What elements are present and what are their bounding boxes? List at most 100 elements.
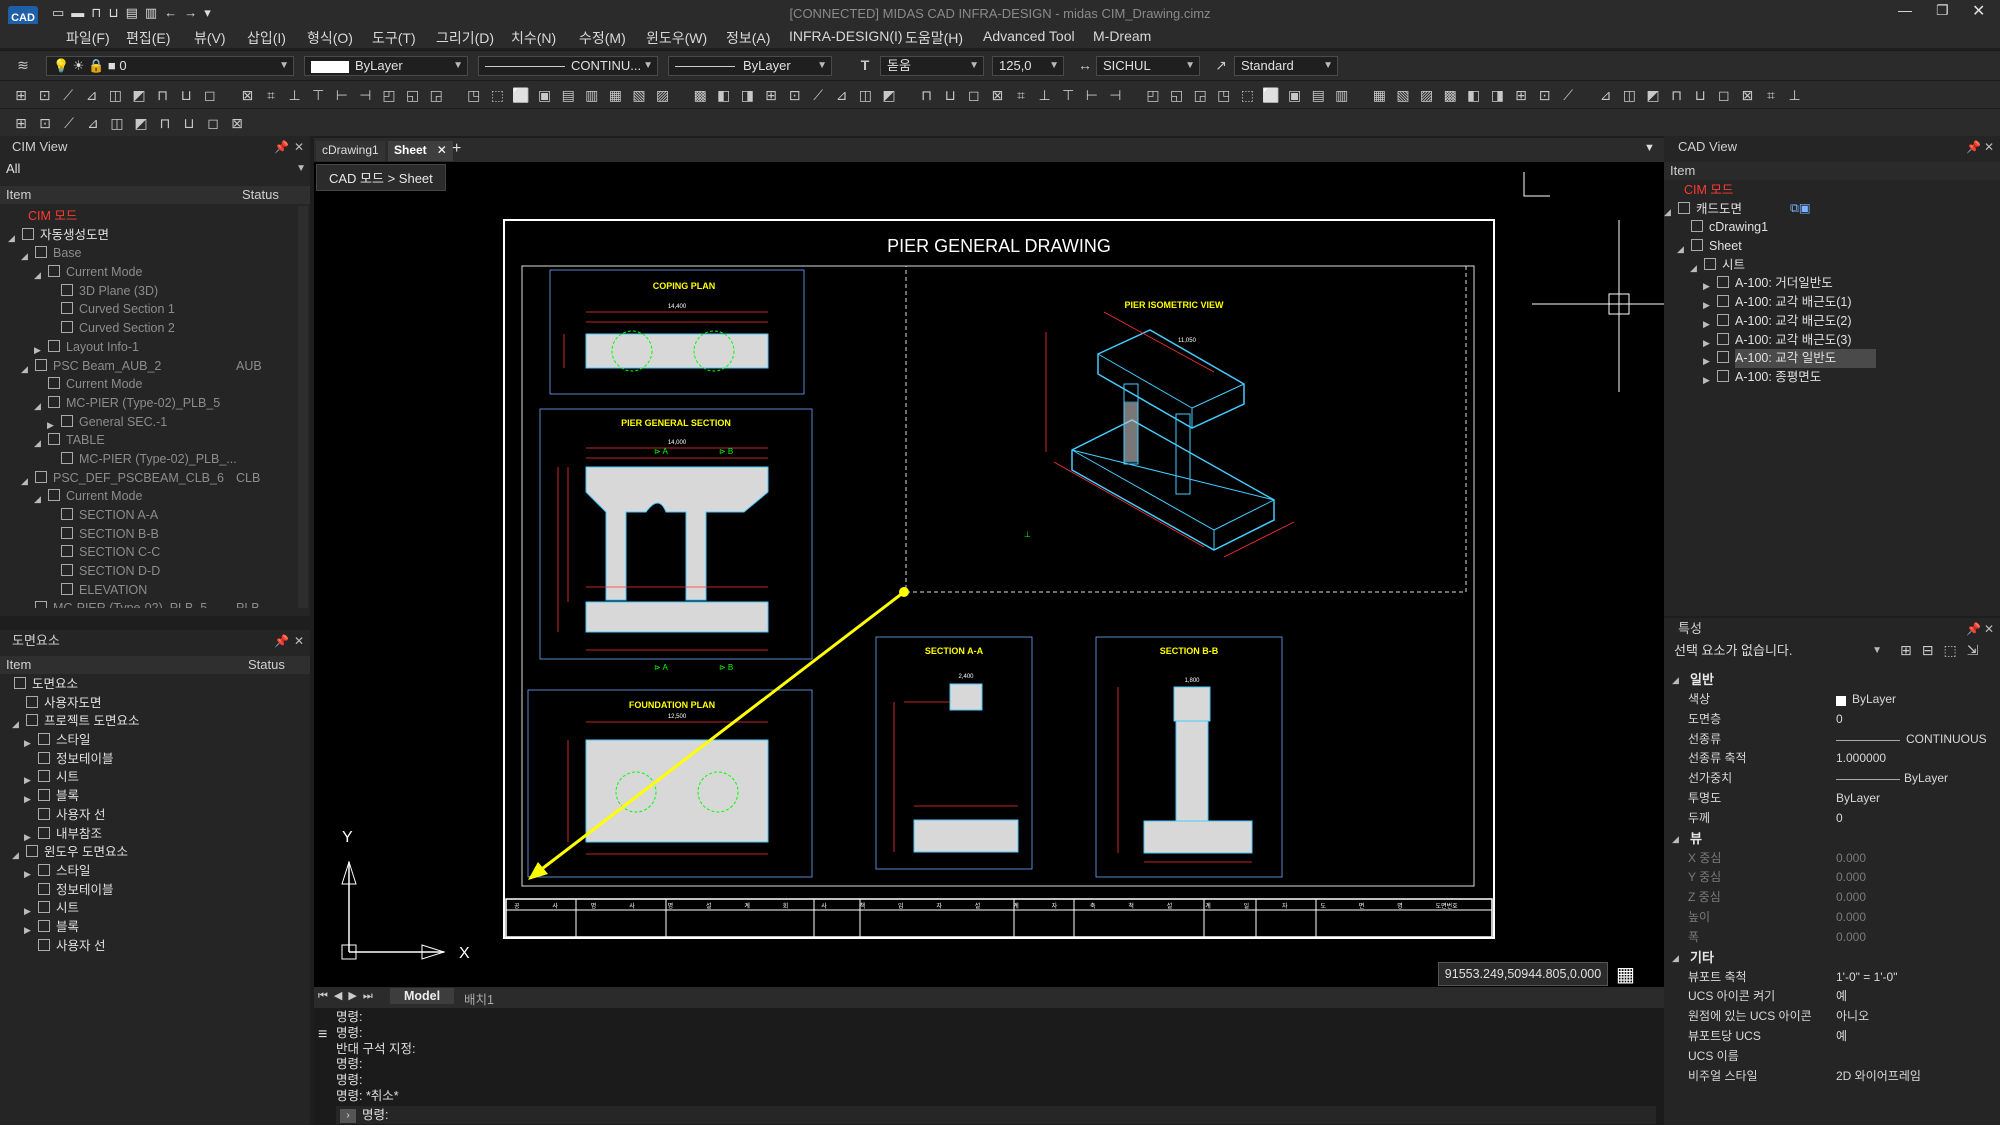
toolbar-tool-icon[interactable]: ⊔ — [941, 87, 959, 103]
menu-item[interactable]: 편집(E) — [126, 28, 170, 48]
menu-item[interactable]: 수정(M) — [579, 28, 626, 48]
toolbar-tool-icon[interactable]: ▣ — [1286, 87, 1304, 103]
toolbar-tool-icon[interactable]: ⊥ — [1036, 87, 1054, 103]
textstyle-combo[interactable]: 돋움 ▼ — [880, 56, 984, 76]
toolbar-tool-icon[interactable]: ⬚ — [488, 87, 506, 103]
toolbar-tool-icon[interactable]: ⌗ — [1012, 87, 1030, 103]
cim-tree-row[interactable]: SECTION C-C — [0, 542, 300, 561]
property-row[interactable]: 뷰포트당 UCS 예 — [1664, 1027, 2000, 1047]
tab-layout1[interactable]: 배치1 — [454, 988, 504, 1009]
elements-tree-row[interactable]: ▶ 스타일 — [0, 730, 300, 749]
toolbar-tool-icon[interactable]: ◩ — [1644, 87, 1662, 103]
cim-tree-row[interactable]: SECTION D-D — [0, 561, 300, 580]
toolbar-tool-icon[interactable]: ◫ — [108, 115, 126, 131]
tab-list-icon[interactable]: ▼ — [1644, 142, 1655, 154]
expand-icon[interactable]: ▶ — [1703, 371, 1710, 390]
menu-item[interactable]: 뷰(V) — [194, 28, 226, 48]
elements-tree-row[interactable]: ▶ 시트 — [0, 898, 300, 917]
property-group-header[interactable]: ◢ 뷰 — [1664, 829, 2000, 849]
drawing-canvas[interactable]: CAD 모드 > Sheet PIER GENERAL DRAWING 공사명사… — [314, 162, 1664, 987]
collapse-icon[interactable]: ◢ — [1672, 829, 1679, 849]
cim-scrollbar[interactable] — [298, 206, 308, 608]
toolbar-tool-icon[interactable]: ◳ — [1215, 87, 1233, 103]
menu-item[interactable]: Advanced Tool — [983, 28, 1075, 44]
elements-tree-row[interactable]: 사용자도면 — [0, 693, 300, 712]
cim-tree-row[interactable]: 3D Plane (3D) — [0, 281, 300, 300]
close-button[interactable]: ✕ — [1972, 1, 1985, 21]
cim-tree-row[interactable]: Curved Section 2 — [0, 318, 300, 337]
toolbar-tool-icon[interactable]: ▨ — [654, 87, 672, 103]
pin-icon[interactable]: 📌 — [1966, 136, 1981, 158]
property-row[interactable]: Y 중심 0.000 — [1664, 868, 2000, 888]
property-row[interactable]: 선종류 축적 1.000000 — [1664, 749, 2000, 769]
collapse-icon[interactable]: ◢ — [1672, 948, 1679, 968]
command-menu-icon[interactable]: ≡ — [318, 1026, 327, 1044]
property-row[interactable]: 폭 0.000 — [1664, 928, 2000, 948]
toolbar-tool-icon[interactable]: ⊞ — [12, 115, 30, 131]
quick-select-icon[interactable]: ⊞ — [1900, 642, 1922, 658]
property-row[interactable]: 투명도 ByLayer — [1664, 789, 2000, 809]
cim-tree-row[interactable]: CIM 모드 — [0, 206, 300, 225]
cad-tree-row[interactable]: ▶ A-100: 종평면도 — [1664, 367, 2000, 386]
cim-filter-combo[interactable]: All ▼ — [0, 160, 310, 180]
cim-tree-row[interactable]: ◢ Current Mode — [0, 262, 300, 281]
toolbar-tool-icon[interactable]: ⊢ — [1083, 87, 1101, 103]
menu-item[interactable]: 형식(O) — [307, 28, 353, 48]
toolbar-tool-icon[interactable]: ◻ — [204, 115, 222, 131]
cim-tree-row[interactable]: ◢ PSC_DEF_PSCBEAM_CLB_6 CLB — [0, 468, 300, 487]
toolbar-tool-icon[interactable]: ⊓ — [1668, 87, 1686, 103]
menu-item[interactable]: 치수(N) — [511, 28, 556, 48]
property-row[interactable]: 두께 0 — [1664, 809, 2000, 829]
cim-tree-row[interactable]: ◢ PSC Beam_AUB_2 AUB — [0, 356, 300, 375]
cim-tree-row[interactable]: MC-PIER (Type-02)_PLB_... — [0, 449, 300, 468]
cad-tree-row[interactable]: ◢ 캐드도면 ⧉▣ — [1664, 199, 2000, 218]
toolbar-tool-icon[interactable]: ◰ — [1144, 87, 1162, 103]
elements-tree-row[interactable]: ◢ 프로젝트 도면요소 — [0, 711, 300, 730]
toolbar-tool-icon[interactable]: ⊤ — [1059, 87, 1077, 103]
add-tab-button[interactable]: + — [452, 140, 461, 158]
toolbar-tool-icon[interactable]: ⌗ — [1762, 87, 1780, 103]
property-row[interactable]: 높이 0.000 — [1664, 908, 2000, 928]
toolbar-tool-icon[interactable]: ◧ — [715, 87, 733, 103]
pickadd-icon[interactable]: ⬚ — [1943, 642, 1966, 658]
property-row[interactable]: UCS 이름 — [1664, 1047, 2000, 1067]
layout-nav-icons[interactable]: ⏮◀▶⏭ — [318, 989, 379, 1003]
toolbar-tool-icon[interactable]: ◲ — [1191, 87, 1209, 103]
property-row[interactable]: UCS 아이콘 켜기 예 — [1664, 987, 2000, 1007]
cim-tree-row[interactable]: SECTION B-B — [0, 524, 300, 543]
elements-tree-row[interactable]: ▶ 스타일 — [0, 861, 300, 880]
linetype-combo[interactable]: CONTINU... ▼ — [478, 56, 658, 76]
elements-tree-row[interactable]: 정보테이블 — [0, 880, 300, 899]
cad-tree-row[interactable]: ▶ A-100: 교각 일반도 — [1664, 348, 2000, 368]
toolbar-tool-icon[interactable]: ⊡ — [36, 115, 54, 131]
cim-tree-row[interactable]: ▶ Layout Info-1 — [0, 337, 300, 356]
cim-tree-row[interactable]: Curved Section 1 — [0, 299, 300, 318]
menu-item[interactable]: 그리기(D) — [436, 28, 494, 48]
cad-tree-row[interactable]: ▶ A-100: 교각 배근도(1) — [1664, 292, 2000, 311]
toolbar-tool-icon[interactable]: ▩ — [1441, 87, 1459, 103]
toolbar-tool-icon[interactable]: ◩ — [130, 87, 148, 103]
toolbar-tool-icon[interactable]: ⊿ — [833, 87, 851, 103]
toolbar-tool-icon[interactable]: ⊓ — [154, 87, 172, 103]
pin-icon[interactable]: 📌 — [1966, 618, 1981, 640]
toolbar-tool-icon[interactable]: ⊓ — [156, 115, 174, 131]
toolbar-tool-icon[interactable]: ▥ — [1333, 87, 1351, 103]
cim-tree-row[interactable]: ◢ Base — [0, 243, 300, 262]
toolbar-tool-icon[interactable]: ⊠ — [238, 87, 256, 103]
elements-tree-row[interactable]: 도면요소 — [0, 674, 300, 693]
elements-tree-row[interactable]: 사용자 선 — [0, 936, 300, 955]
toolbar-tool-icon[interactable]: ⊣ — [1106, 87, 1124, 103]
dimstyle-combo[interactable]: SICHUL ▼ — [1096, 56, 1200, 76]
toolbar-tool-icon[interactable]: ◫ — [1620, 87, 1638, 103]
lineweight-combo[interactable]: ByLayer ▼ — [668, 56, 832, 76]
toolbar-tool-icon[interactable]: ⊡ — [786, 87, 804, 103]
close-panel-icon[interactable]: ✕ — [294, 136, 304, 158]
property-row[interactable]: 선가중치 ByLayer — [1664, 769, 2000, 789]
toolbar-tool-icon[interactable]: ⊠ — [228, 115, 246, 131]
elements-tree-row[interactable]: ▶ 블록 — [0, 786, 300, 805]
multileader-style-icon[interactable]: ↗ — [1212, 57, 1230, 73]
toolbar-tool-icon[interactable]: ⊞ — [762, 87, 780, 103]
toolbar-tool-icon[interactable]: ⊔ — [177, 87, 195, 103]
menu-item[interactable]: 파일(F) — [66, 28, 110, 48]
tab-model[interactable]: Model — [390, 988, 455, 1004]
